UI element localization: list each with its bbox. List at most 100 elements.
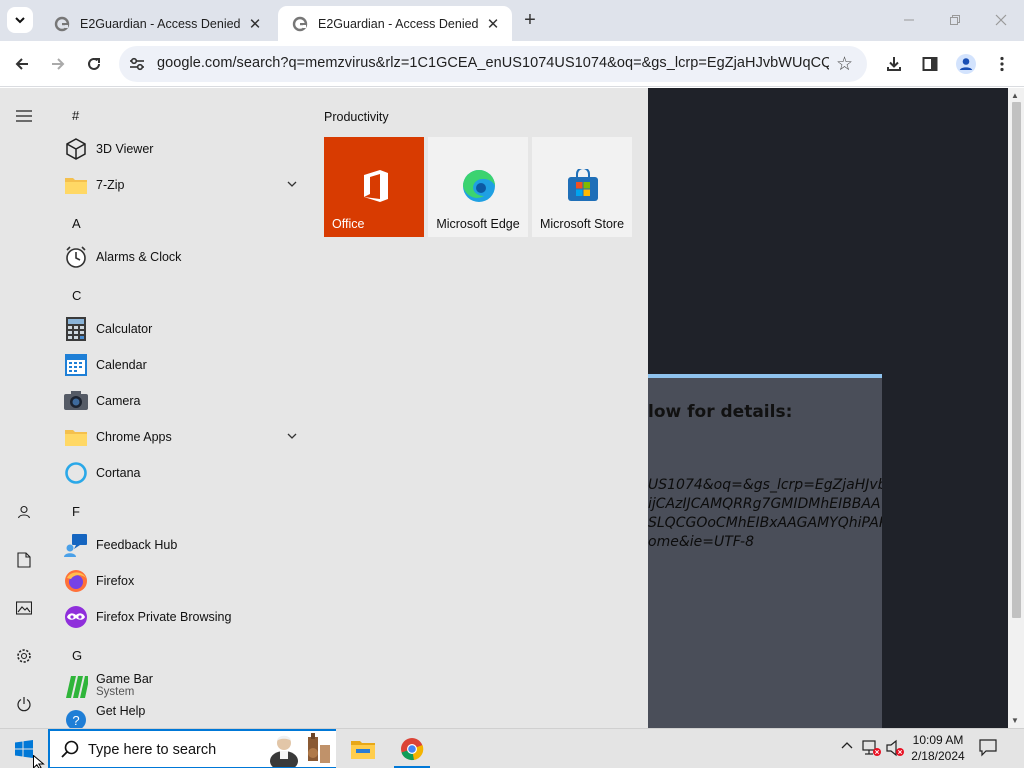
close-icon	[995, 14, 1007, 26]
app-firefox[interactable]: Firefox	[48, 563, 312, 599]
google-icon	[54, 16, 70, 31]
google-icon	[292, 16, 308, 31]
search-placeholder[interactable]: Type here to search	[88, 742, 216, 758]
app-cortana[interactable]: Cortana	[48, 455, 312, 491]
mouse-cursor-icon	[33, 755, 45, 768]
restore-button[interactable]	[932, 0, 978, 40]
tile-microsoft-edge[interactable]: Microsoft Edge	[428, 137, 528, 237]
app-calculator[interactable]: Calculator	[48, 311, 312, 347]
profile-button[interactable]	[952, 50, 980, 78]
camera-icon	[64, 389, 88, 413]
back-button[interactable]	[8, 50, 36, 78]
browser-tab-2[interactable]: E2Guardian - Access Denied ✕	[278, 6, 512, 41]
downloads-button[interactable]	[880, 50, 908, 78]
network-disconnected-icon[interactable]	[862, 739, 882, 760]
scroll-up-icon[interactable]: ▲	[1011, 91, 1019, 100]
cortana-icon	[64, 461, 88, 485]
store-icon	[568, 169, 598, 201]
group-header[interactable]: A	[72, 216, 81, 231]
tile-office[interactable]: Office	[324, 137, 424, 237]
site-info-icon[interactable]	[127, 54, 147, 74]
group-header[interactable]: #	[72, 108, 79, 123]
address-bar[interactable]: google.com/search?q=memzvirus&rlz=1C1GCE…	[119, 46, 867, 82]
page-scrollbar[interactable]: ▲ ▼	[1008, 88, 1024, 728]
url-text[interactable]: google.com/search?q=memzvirus&rlz=1C1GCE…	[157, 55, 829, 71]
folder-icon	[64, 425, 88, 449]
tile-microsoft-store[interactable]: Microsoft Store	[532, 137, 632, 237]
clock-icon	[64, 245, 88, 269]
web-page: low for details: US1074&oq=&gs_lcrp=EgZj…	[648, 88, 1008, 728]
tab-search-button[interactable]	[7, 7, 33, 33]
taskbar-chrome[interactable]	[390, 729, 434, 768]
app-firefox-private[interactable]: Firefox Private Browsing	[48, 599, 312, 635]
action-center-button[interactable]	[978, 737, 1004, 761]
gamebar-icon	[64, 674, 88, 698]
pictures-button[interactable]	[8, 592, 40, 624]
tab-title: E2Guardian - Access Denied	[318, 16, 479, 31]
minimize-button[interactable]	[886, 0, 932, 40]
app-get-help[interactable]: ? Get Help	[48, 700, 312, 728]
forward-button[interactable]	[44, 50, 72, 78]
app-list: # 3D Viewer 7-Zip A Alarms & Clock C Cal…	[48, 88, 312, 728]
group-header[interactable]: G	[72, 648, 82, 663]
firefox-private-icon	[64, 605, 88, 629]
app-label: Calculator	[96, 322, 153, 336]
windows-logo-icon	[15, 740, 33, 758]
chevron-down-icon[interactable]	[286, 430, 300, 444]
power-button[interactable]	[8, 688, 40, 720]
tile-label: Office	[332, 217, 365, 231]
side-panel-button[interactable]	[916, 50, 944, 78]
cube-icon	[64, 137, 88, 161]
menu-button[interactable]	[988, 50, 1016, 78]
show-hidden-icons-chevron-up-icon[interactable]	[840, 739, 854, 756]
scroll-down-icon[interactable]: ▼	[1011, 716, 1019, 725]
tab-title: E2Guardian - Access Denied	[80, 16, 241, 31]
group-header[interactable]: C	[72, 288, 81, 303]
chevron-down-icon[interactable]	[286, 178, 300, 192]
reload-button[interactable]	[80, 50, 108, 78]
new-tab-button[interactable]: +	[519, 9, 541, 31]
taskbar-clock[interactable]: 10:09 AM 2/18/2024	[904, 732, 972, 764]
browser-tab-1[interactable]: E2Guardian - Access Denied ✕	[40, 6, 274, 41]
close-tab-icon[interactable]: ✕	[246, 15, 264, 33]
calculator-icon	[64, 317, 88, 341]
tile-label: Microsoft Edge	[436, 217, 520, 231]
blocked-url-text: US1074&oq=&gs_lcrp=EgZjaHJvb ijCAzIJCAMQ…	[648, 476, 882, 552]
chevron-down-icon	[15, 17, 25, 24]
gear-icon	[17, 649, 31, 663]
app-label: Camera	[96, 394, 141, 408]
taskbar-search-box[interactable]: Type here to search	[48, 729, 336, 768]
settings-button[interactable]	[8, 640, 40, 672]
power-icon	[17, 697, 31, 712]
volume-muted-icon[interactable]	[886, 739, 906, 760]
app-feedback-hub[interactable]: Feedback Hub	[48, 527, 312, 563]
bookmark-star-icon[interactable]: ☆	[836, 53, 853, 76]
scrollbar-thumb[interactable]	[1012, 102, 1021, 618]
app-7-zip[interactable]: 7-Zip	[48, 167, 312, 203]
app-calendar[interactable]: Calendar	[48, 347, 312, 383]
start-rail	[0, 88, 48, 728]
hamburger-icon	[16, 110, 32, 122]
app-camera[interactable]: Camera	[48, 383, 312, 419]
documents-button[interactable]	[8, 544, 40, 576]
app-label: Feedback Hub	[96, 538, 178, 552]
app-alarms-clock[interactable]: Alarms & Clock	[48, 239, 312, 275]
download-icon	[887, 57, 901, 71]
taskbar-file-explorer[interactable]	[341, 729, 385, 768]
clock-date: 2/18/2024	[911, 749, 965, 763]
edge-icon	[463, 170, 495, 202]
user-icon	[17, 505, 31, 519]
close-window-button[interactable]	[978, 0, 1024, 40]
app-chrome-apps[interactable]: Chrome Apps	[48, 419, 312, 455]
group-header[interactable]: F	[72, 504, 80, 519]
access-denied-panel: low for details: US1074&oq=&gs_lcrp=EgZj…	[648, 374, 882, 728]
browser-toolbar: google.com/search?q=memzvirus&rlz=1C1GCE…	[0, 41, 1024, 87]
notification-icon	[979, 739, 997, 757]
user-account-button[interactable]	[8, 496, 40, 528]
app-label: Firefox Private Browsing	[96, 610, 232, 624]
tile-group-title[interactable]: Productivity	[324, 110, 389, 124]
app-3d-viewer[interactable]: 3D Viewer	[48, 131, 312, 167]
close-tab-icon[interactable]: ✕	[484, 15, 502, 33]
tile-label: Microsoft Store	[539, 217, 625, 231]
expand-menu-button[interactable]	[8, 100, 40, 132]
